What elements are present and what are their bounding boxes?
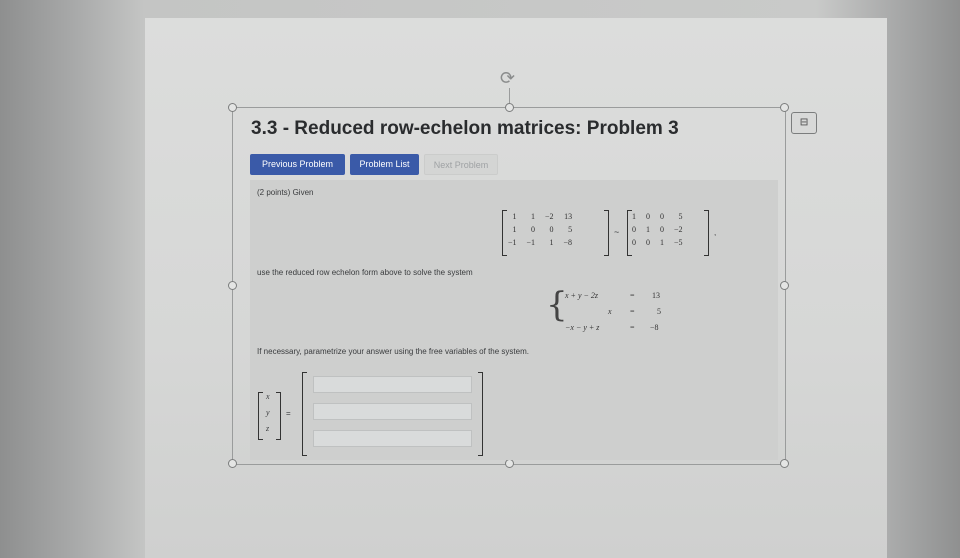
rotate-handle-icon[interactable]: ⟳ [500, 68, 515, 89]
answer-equals: = [286, 409, 291, 418]
parametrize-text: If necessary, parametrize your answer us… [257, 347, 529, 356]
matrix-a-cell: 1 [549, 238, 554, 247]
resize-handle-bottom[interactable] [505, 459, 514, 468]
matrix-a-cell: −1 [526, 238, 536, 247]
system-rhs: 5 [657, 307, 661, 316]
var-x: x [266, 392, 270, 401]
system-lhs: −x − y + z [565, 323, 600, 332]
matrix-b-cell: 0 [632, 238, 636, 247]
next-problem-button[interactable]: Next Problem [424, 154, 498, 175]
matrix-b-cell: 5 [678, 212, 683, 221]
matrix-b-cell: 0 [660, 212, 664, 221]
vars-left-bracket [258, 392, 263, 440]
matrix-a-cell: 13 [564, 212, 573, 221]
matrix-a-cell: 1 [531, 212, 536, 221]
resize-handle-bottom-right[interactable] [780, 459, 789, 468]
system-eq: = [630, 291, 635, 300]
var-y: y [266, 408, 270, 417]
matrix-b-cell: 1 [646, 225, 650, 234]
system-rhs: 13 [652, 291, 660, 300]
matrix-b-cell: −5 [674, 238, 683, 247]
matrix-b-cell: 0 [646, 238, 650, 247]
matrix-b-cell: 0 [632, 225, 636, 234]
matrix-a-cell: 0 [531, 225, 536, 234]
matrix-b-cell: 0 [646, 212, 650, 221]
resize-handle-top-right[interactable] [780, 103, 789, 112]
matrix-a-cell: 1 [512, 212, 517, 221]
page-title: 3.3 - Reduced row-echelon matrices: Prob… [251, 118, 679, 139]
resize-handle-right[interactable] [780, 281, 789, 290]
answer-field-y[interactable] [313, 403, 472, 420]
matrix-a-cell: 5 [568, 225, 573, 234]
matrix-b-right-bracket [704, 210, 709, 256]
matrix-a-right-bracket [604, 210, 609, 256]
matrix-a: 1 1 −2 13 1 0 0 5 −1 −1 1 −8 [503, 210, 577, 249]
matrix-b-cell: 1 [660, 238, 664, 247]
matrix-a-cell: −2 [545, 212, 554, 221]
matrix-a-cell: −8 [563, 238, 573, 247]
matrix-b-cell: 0 [660, 225, 664, 234]
system-rhs: −8 [650, 323, 659, 332]
row-equivalent-symbol: ~ [614, 227, 620, 237]
resize-handle-top-left[interactable] [228, 103, 237, 112]
points-text: (2 points) Given [257, 188, 314, 197]
answer-field-x[interactable] [313, 376, 472, 393]
resize-handle-top[interactable] [505, 103, 514, 112]
matrix-b-cell: −2 [674, 225, 683, 234]
resize-handle-bottom-left[interactable] [228, 459, 237, 468]
matrix-b: 1 0 0 5 0 1 0 −2 0 0 1 −5 [627, 210, 688, 249]
system-lhs: x [608, 307, 612, 316]
matrix-a-cell: 1 [512, 225, 517, 234]
resize-handle-left[interactable] [228, 281, 237, 290]
matrix-a-cell: 0 [549, 225, 554, 234]
previous-problem-button[interactable]: Previous Problem [250, 154, 345, 175]
matrix-comma: , [714, 228, 717, 237]
problem-list-button[interactable]: Problem List [350, 154, 419, 175]
instruction-text: use the reduced row echelon form above t… [257, 268, 473, 277]
vars-right-bracket [276, 392, 281, 440]
layout-options-icon[interactable]: ⊟ [791, 112, 817, 134]
matrix-b-cell: 1 [632, 212, 636, 221]
answer-left-bracket [302, 372, 307, 456]
system-lhs: x + y − 2z [565, 291, 599, 300]
var-z: z [266, 424, 270, 433]
system-eq: = [630, 323, 635, 332]
matrix-a-cell: −1 [508, 238, 517, 247]
system-eq: = [630, 307, 635, 316]
answer-right-bracket [478, 372, 483, 456]
answer-field-z[interactable] [313, 430, 472, 447]
